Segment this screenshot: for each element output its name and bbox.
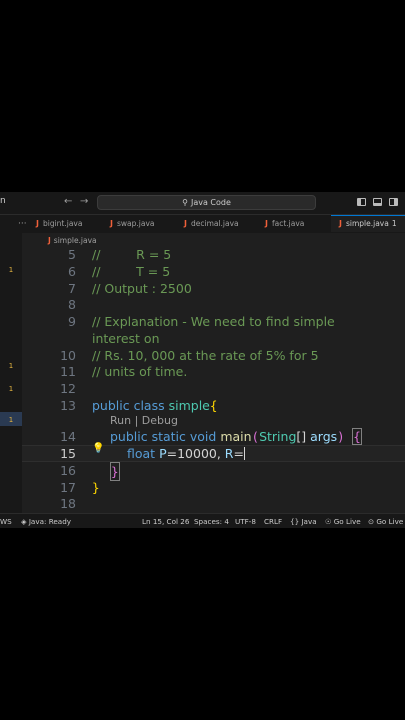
status-language[interactable]: {} Java bbox=[290, 517, 317, 526]
code-text: // Rs. 10, 000 at the rate of 5% for 5 bbox=[92, 348, 319, 363]
tab-label: fact.java bbox=[271, 219, 305, 228]
code-text: interest on bbox=[92, 331, 160, 346]
line-number: 17 bbox=[60, 480, 76, 495]
tab-simple[interactable]: Jsimple.java 1 bbox=[331, 215, 405, 232]
status-bar: WS ◈ Java: Ready Ln 15, Col 26 Spaces: 4… bbox=[0, 513, 405, 528]
java-file-icon: J bbox=[36, 219, 39, 228]
status-eol[interactable]: CRLF bbox=[264, 517, 282, 526]
line-number: 15 bbox=[60, 446, 76, 461]
status-encoding[interactable]: UTF-8 bbox=[235, 517, 256, 526]
code-text: // R = 5 bbox=[92, 247, 172, 262]
command-center[interactable]: ⚲ Java Code bbox=[97, 195, 316, 210]
gutter-marker[interactable]: 1 bbox=[0, 416, 22, 424]
code-text: } bbox=[92, 480, 100, 495]
code-text: public class simple{ bbox=[92, 398, 218, 413]
breadcrumb-file: simple.java bbox=[53, 236, 97, 245]
tab-label: swap.java bbox=[116, 219, 155, 228]
codelens-run-debug[interactable]: Run | Debug bbox=[110, 414, 178, 427]
code-line: 17 } bbox=[0, 479, 405, 496]
status-java[interactable]: ◈ Java: Ready bbox=[21, 517, 71, 526]
command-center-label: Java Code bbox=[190, 198, 231, 207]
code-text: public static void main(String[] args) { bbox=[110, 428, 362, 445]
text-cursor bbox=[243, 447, 245, 460]
code-text: // T = 5 bbox=[92, 264, 171, 279]
code-line: 16 } bbox=[0, 462, 405, 481]
code-line: 18 bbox=[0, 495, 405, 512]
tab-decimal[interactable]: Jdecimal.java bbox=[184, 215, 239, 233]
status-go-live-2[interactable]: ⊙ Go Live bbox=[368, 517, 403, 526]
breadcrumb[interactable]: Jsimple.java bbox=[48, 236, 97, 245]
status-indentation[interactable]: Spaces: 4 bbox=[194, 517, 229, 526]
braces-icon: {} bbox=[290, 517, 302, 526]
code-text: float P=10000, R= bbox=[127, 446, 245, 461]
tab-label: simple.java bbox=[345, 219, 389, 228]
tab-label: decimal.java bbox=[190, 219, 239, 228]
title-bar: n ← → ⚲ Java Code bbox=[0, 192, 405, 215]
line-number: 9 bbox=[68, 314, 76, 329]
code-line: 14 public static void main(String[] args… bbox=[0, 428, 405, 445]
editor-tab-bar: ··· Jbigint.java Jswap.java Jdecimal.jav… bbox=[0, 215, 405, 233]
code-line: 11 // units of time. bbox=[0, 363, 405, 380]
java-status-icon: ◈ bbox=[21, 517, 29, 526]
java-file-icon: J bbox=[265, 219, 268, 228]
code-text: // Output : 2500 bbox=[92, 281, 192, 296]
line-number: 8 bbox=[68, 297, 76, 312]
code-line: 7 // Output : 2500 bbox=[0, 280, 405, 297]
tab-overflow-icon[interactable]: ··· bbox=[18, 215, 27, 233]
problem-count-badge: 1 bbox=[391, 219, 397, 228]
code-line: 13 public class simple{ bbox=[0, 397, 405, 414]
java-file-icon: J bbox=[339, 219, 342, 228]
toggle-panel-icon[interactable] bbox=[373, 198, 382, 206]
code-line: 10 // Rs. 10, 000 at the rate of 5% for … bbox=[0, 347, 405, 364]
line-number: 13 bbox=[60, 398, 76, 413]
line-number: 11 bbox=[60, 364, 76, 379]
java-file-icon: J bbox=[48, 236, 51, 245]
line-number: 14 bbox=[60, 429, 76, 444]
tab-fact[interactable]: Jfact.java bbox=[265, 215, 304, 233]
search-icon: ⚲ bbox=[182, 198, 188, 207]
status-remote-fragment[interactable]: WS bbox=[0, 517, 12, 526]
code-line: 9 // Explanation - We need to find simpl… bbox=[0, 313, 405, 330]
code-line: 12 bbox=[0, 380, 405, 397]
title-menu-fragment[interactable]: n bbox=[0, 196, 6, 206]
arrow-right-icon[interactable]: → bbox=[80, 196, 88, 207]
status-go-live-1[interactable]: ☉ Go Live bbox=[325, 517, 361, 526]
code-text: // units of time. bbox=[92, 364, 188, 379]
tab-swap[interactable]: Jswap.java bbox=[110, 215, 154, 233]
java-file-icon: J bbox=[184, 219, 187, 228]
tab-label: bigint.java bbox=[42, 219, 83, 228]
code-line: 5 // R = 5 bbox=[0, 246, 405, 263]
arrow-left-icon[interactable]: ← bbox=[64, 196, 72, 207]
code-line-wrap: interest on bbox=[0, 330, 405, 347]
code-line: 6 // T = 5 bbox=[0, 263, 405, 280]
broadcast-icon: ☉ bbox=[325, 517, 334, 526]
line-number: 7 bbox=[68, 281, 76, 296]
line-number: 6 bbox=[68, 264, 76, 279]
toggle-sidebar-icon[interactable] bbox=[357, 198, 366, 206]
line-number: 16 bbox=[60, 463, 76, 478]
line-number: 12 bbox=[60, 381, 76, 396]
status-cursor-position[interactable]: Ln 15, Col 26 bbox=[142, 517, 189, 526]
code-line: 8 bbox=[0, 296, 405, 313]
tab-bigint[interactable]: Jbigint.java bbox=[36, 215, 82, 233]
line-number: 10 bbox=[60, 348, 76, 363]
vscode-window: n ← → ⚲ Java Code ··· Jbigint.java Jswap.… bbox=[0, 192, 405, 528]
line-number: 18 bbox=[60, 496, 76, 511]
code-line-current: 15 float P=10000, R= bbox=[0, 445, 405, 462]
toggle-secondary-sidebar-icon[interactable] bbox=[389, 198, 398, 206]
line-number: 5 bbox=[68, 247, 76, 262]
code-text: // Explanation - We need to find simple bbox=[92, 314, 335, 329]
java-file-icon: J bbox=[110, 219, 113, 228]
